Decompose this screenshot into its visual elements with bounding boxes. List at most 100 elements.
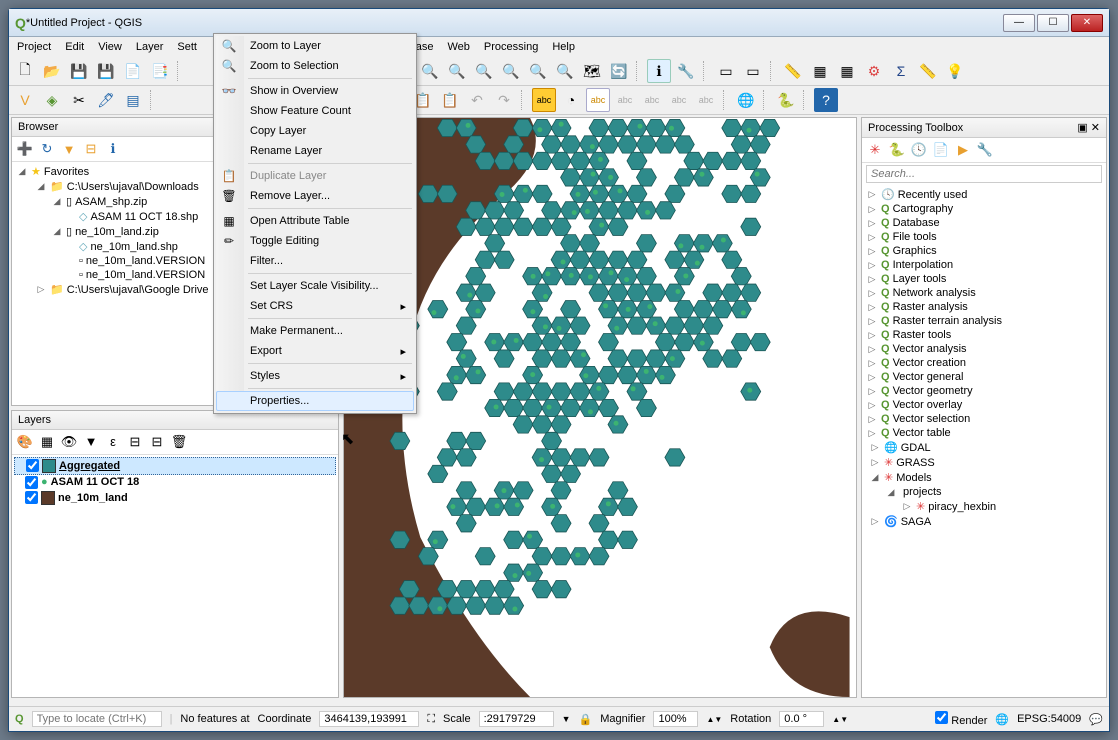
path-gdrive[interactable]: C:\Users\ujaval\Google Drive (67, 284, 209, 296)
ctx-filter-[interactable]: Filter... (216, 251, 414, 271)
style-mgr-icon[interactable]: 🎨 (16, 433, 34, 451)
lbl2-icon[interactable]: abc (613, 88, 637, 112)
favorites[interactable]: Favorites (44, 166, 89, 178)
toolbox-database[interactable]: ▷Q Database (864, 216, 1104, 230)
toolbox-vector-creation[interactable]: ▷Q Vector creation (864, 356, 1104, 370)
toolbox-network-analysis[interactable]: ▷Q Network analysis (864, 286, 1104, 300)
render-checkbox[interactable] (935, 711, 948, 724)
zoom-last-icon[interactable]: 🔍 (526, 59, 550, 83)
ctx-set-layer-scale-visibility-[interactable]: Set Layer Scale Visibility... (216, 276, 414, 296)
attrib-icon[interactable]: ▦ (808, 59, 832, 83)
mag-field[interactable] (653, 711, 698, 727)
land-ver2[interactable]: ne_10m_land.VERSION (86, 269, 205, 281)
add-raster-icon[interactable]: ◈ (40, 88, 64, 112)
filter2-icon[interactable]: ▼ (82, 433, 100, 451)
layer-ne_10m_land[interactable]: ne_10m_land (14, 490, 336, 506)
menu-help[interactable]: Help (552, 41, 575, 53)
plugins-icon[interactable]: 🌐 (734, 88, 758, 112)
toolbox-interpolation[interactable]: ▷Q Interpolation (864, 258, 1104, 272)
menu-settings[interactable]: Settings (177, 41, 197, 53)
zoom-full-icon[interactable]: 🔍 (445, 59, 469, 83)
refresh-icon[interactable]: 🔄 (607, 59, 631, 83)
epsg-label[interactable]: EPSG:54009 (1017, 713, 1081, 725)
ctx-show-in-overview[interactable]: 👓Show in Overview (216, 81, 414, 101)
land-zip[interactable]: ne_10m_land.zip (75, 226, 159, 238)
locator-input[interactable] (32, 711, 162, 727)
toolbox-raster-analysis[interactable]: ▷Q Raster analysis (864, 300, 1104, 314)
expand-icon[interactable]: ⊟ (126, 433, 144, 451)
paste-icon[interactable]: 📋 (438, 88, 462, 112)
ctx-open-attribute-table[interactable]: ▦Open Attribute Table (216, 211, 414, 231)
opt-icon[interactable]: 🔧 (976, 141, 994, 159)
filter-icon[interactable]: ▼ (60, 140, 78, 158)
toolbox-raster-tools[interactable]: ▷Q Raster tools (864, 328, 1104, 342)
zoom-next-icon[interactable]: 🔍 (553, 59, 577, 83)
toolbox-vector-selection[interactable]: ▷Q Vector selection (864, 412, 1104, 426)
toolbox-file-tools[interactable]: ▷Q File tools (864, 230, 1104, 244)
gpx-icon[interactable]: ▤ (121, 88, 145, 112)
script-icon[interactable]: 📄 (932, 141, 950, 159)
undock-icon[interactable]: ▣ (1077, 121, 1087, 134)
toolbox-cartography[interactable]: ▷Q Cartography (864, 202, 1104, 216)
menu-processing[interactable]: Processing (484, 41, 538, 53)
collapse-icon[interactable]: ⊟ (82, 140, 100, 158)
model-icon[interactable]: ✳ (866, 141, 884, 159)
ctx-remove-layer-[interactable]: 🗑Remove Layer... (216, 186, 414, 206)
save-icon[interactable]: 💾 (67, 59, 91, 83)
open-project-icon[interactable]: 📂 (40, 59, 64, 83)
layer-aggregated[interactable]: Aggregated (14, 457, 336, 475)
sigma-icon[interactable]: Σ (889, 59, 913, 83)
new-project-icon[interactable]: 🗋 (13, 59, 37, 83)
layout-mgr-icon[interactable]: 📑 (148, 59, 172, 83)
ctx-zoom-to-layer[interactable]: 🔍Zoom to Layer (216, 36, 414, 56)
asam-shp[interactable]: ASAM 11 OCT 18.shp (90, 211, 198, 223)
toolbox-vector-overlay[interactable]: ▷Q Vector overlay (864, 398, 1104, 412)
ctx-set-crs[interactable]: Set CRS▸ (216, 296, 414, 316)
map-tip-icon[interactable]: 🗺 (580, 59, 604, 83)
ctx-properties-[interactable]: Properties... (216, 391, 414, 411)
vis-icon[interactable]: 👁 (60, 433, 78, 451)
toolbox-vector-geometry[interactable]: ▷Q Vector geometry (864, 384, 1104, 398)
run-action-icon[interactable]: 🔧 (674, 59, 698, 83)
lock-icon[interactable]: 🔒 (579, 713, 593, 726)
identify-icon[interactable]: ℹ (647, 59, 671, 83)
remove-icon[interactable]: 🗑 (170, 433, 188, 451)
msg-icon[interactable]: 💬 (1089, 713, 1103, 726)
measure-icon[interactable]: 📏 (781, 59, 805, 83)
props-icon[interactable]: ℹ (104, 140, 122, 158)
layer-visibility-checkbox[interactable] (26, 459, 39, 472)
mag-stepper-icon[interactable]: ▲▼ (706, 715, 722, 724)
ruler-icon[interactable]: 📏 (916, 59, 940, 83)
maximize-button[interactable]: ☐ (1037, 14, 1069, 32)
ctx-rename-layer[interactable]: Rename Layer (216, 141, 414, 161)
coord-field[interactable] (319, 711, 419, 727)
layout-icon[interactable]: 📄 (121, 59, 145, 83)
ctx-make-permanent-[interactable]: Make Permanent... (216, 321, 414, 341)
hist-icon[interactable]: 🕓 (910, 141, 928, 159)
label-icon[interactable]: abc (532, 88, 556, 112)
stat-icon[interactable]: ⚙ (862, 59, 886, 83)
toolbox-models[interactable]: ◢✳ Models (864, 470, 1104, 485)
zoom-layer-icon[interactable]: 🔍 (499, 59, 523, 83)
minimize-button[interactable]: — (1003, 14, 1035, 32)
python-icon[interactable]: 🐍 (774, 88, 798, 112)
close-tb-icon[interactable]: ✕ (1091, 121, 1100, 134)
toolbox-saga[interactable]: ▷🌀 SAGA (864, 514, 1104, 529)
scale-dropdown-icon[interactable]: ▼ (562, 714, 571, 724)
toolbox-vector-analysis[interactable]: ▷Q Vector analysis (864, 342, 1104, 356)
hl-icon[interactable]: abc (586, 88, 610, 112)
menu-layer[interactable]: Layer (136, 41, 164, 53)
menu-edit[interactable]: Edit (65, 41, 84, 53)
toolbox-raster-terrain-analysis[interactable]: ▷Q Raster terrain analysis (864, 314, 1104, 328)
diagram-icon[interactable]: ◔ (559, 88, 583, 112)
virtual-icon[interactable]: 🖊 (94, 88, 118, 112)
deselect-icon[interactable]: ▭ (741, 59, 765, 83)
ctx-copy-layer[interactable]: Copy Layer (216, 121, 414, 141)
py-icon[interactable]: 🐍 (888, 141, 906, 159)
layer-visibility-checkbox[interactable] (25, 491, 38, 504)
ctx-toggle-editing[interactable]: ✏Toggle Editing (216, 231, 414, 251)
toolbox-gdal[interactable]: ▷🌐 GDAL (864, 440, 1104, 455)
zoom-out-icon[interactable]: 🔍 (418, 59, 442, 83)
menu-project[interactable]: Project (17, 41, 51, 53)
ctx-zoom-to-selection[interactable]: 🔍Zoom to Selection (216, 56, 414, 76)
